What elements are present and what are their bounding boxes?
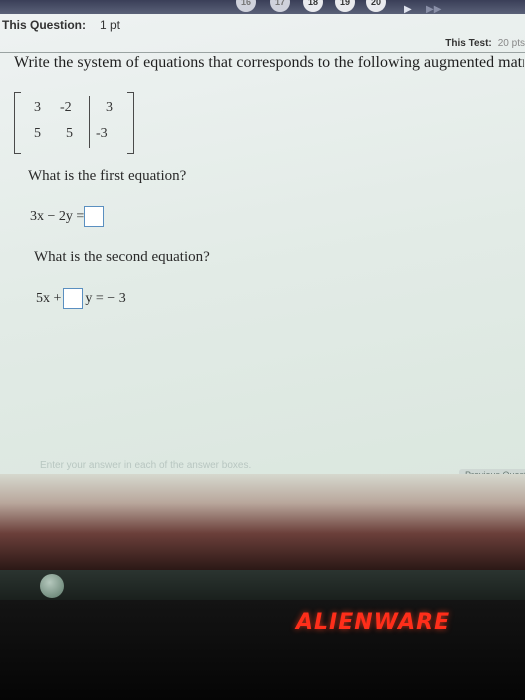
first-equation-left: 3x − 2y = [30, 208, 85, 224]
question-19-label: 19 [339, 0, 350, 7]
question-17-button[interactable]: 17 [270, 0, 290, 12]
matrix-cell-r1c3: 3 [106, 100, 113, 115]
question-19-button[interactable]: 19 [335, 0, 355, 12]
header-divider [0, 52, 525, 53]
matrix-cell-r1c1: 3 [34, 100, 41, 115]
second-equation-left: 5x + [36, 290, 62, 306]
matrix-augment-bar [89, 96, 90, 148]
question-20-label: 20 [370, 0, 381, 7]
alienware-logo: ALIENWARE [296, 610, 451, 635]
second-equation-right: y = − 3 [85, 290, 126, 306]
matrix-right-bracket [127, 92, 134, 154]
this-test-info: This Test: 20 pts [445, 38, 525, 49]
taskbar [0, 570, 525, 600]
matrix-left-bracket [14, 92, 21, 154]
screen-glare-area [0, 474, 525, 570]
second-equation: 5x + y = − 3 [36, 288, 126, 309]
augmented-matrix: 3 -2 3 5 5 -3 [14, 92, 134, 154]
matrix-cell-r2c3: -3 [96, 126, 108, 141]
first-equation-answer-box[interactable] [84, 206, 105, 227]
second-equation-prompt: What is the second equation? [34, 249, 210, 265]
question-16-button[interactable]: 16 [236, 0, 256, 12]
this-question-label: This Question: [2, 18, 86, 32]
question-18-label: 18 [307, 0, 318, 7]
this-test-label: This Test: [445, 38, 492, 49]
question-17-label: 17 [274, 0, 285, 7]
question-panel: This Question: 1 pt This Test: 20 pts Writ… [0, 14, 525, 482]
start-orb-icon[interactable] [40, 574, 64, 598]
this-test-points: 20 pts [497, 38, 525, 49]
matrix-cell-r1c2: -2 [60, 100, 72, 115]
first-equation: 3x − 2y = [30, 206, 105, 227]
second-equation-answer-box[interactable] [63, 288, 84, 309]
matrix-cell-r2c1: 5 [34, 126, 41, 141]
question-navigation: 16 17 18 19 20 ▶ ▶▶ [0, 0, 525, 15]
first-equation-prompt: What is the first equation? [28, 168, 187, 184]
question-16-label: 16 [240, 0, 251, 7]
this-question-points: 1 pt [100, 18, 121, 32]
question-20-button[interactable]: 20 [366, 0, 386, 12]
question-prompt: Write the system of equations that corre… [14, 54, 524, 71]
matrix-cell-r2c2: 5 [66, 126, 73, 141]
this-question-info: This Question: 1 pt [2, 18, 120, 32]
question-18-button[interactable]: 18 [303, 0, 323, 12]
instruction-hint: Enter your answer in each of the answer … [40, 460, 252, 471]
